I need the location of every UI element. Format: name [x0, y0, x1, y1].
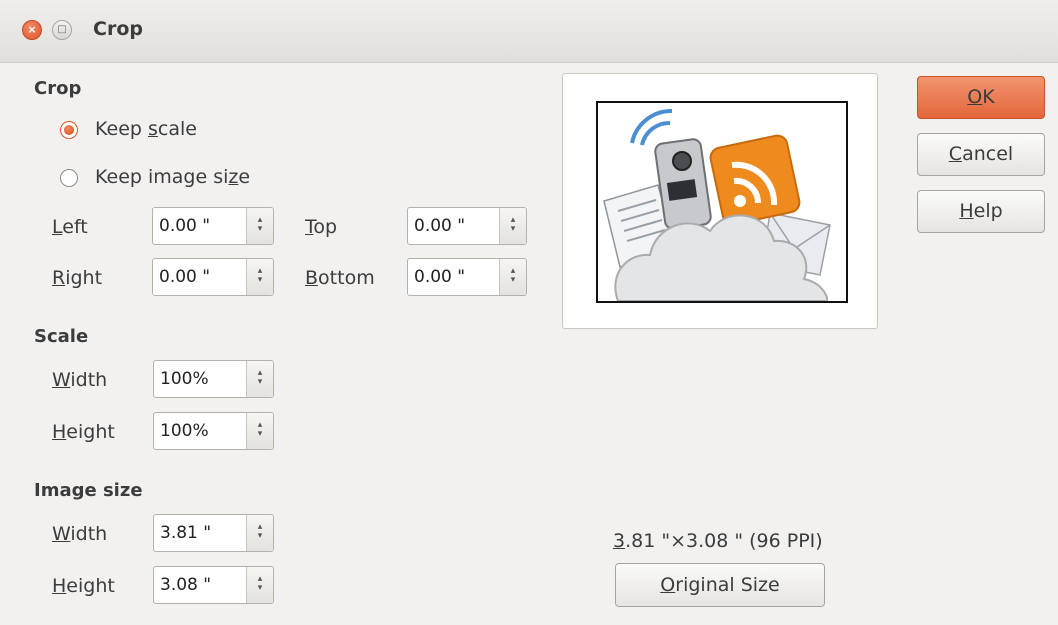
spin-down-icon[interactable]: ▾ [247, 532, 273, 541]
image-size-heading: Image size [34, 480, 143, 501]
spin-down-icon[interactable]: ▾ [500, 225, 526, 234]
right-spin-arrows[interactable]: ▴ ▾ [246, 259, 273, 295]
keep-image-size-radio[interactable] [60, 169, 78, 187]
left-spin-arrows[interactable]: ▴ ▾ [246, 208, 273, 244]
scale-width-label: Width [52, 369, 108, 391]
spin-down-icon[interactable]: ▾ [247, 276, 273, 285]
scale-width-value[interactable]: 100% [154, 361, 246, 397]
right-label: Right [52, 267, 103, 289]
right-value[interactable]: 0.00 " [153, 259, 246, 295]
bottom-value[interactable]: 0.00 " [408, 259, 499, 295]
scale-height-spin-arrows[interactable]: ▴ ▾ [246, 413, 273, 449]
scale-height-label: Height [52, 421, 115, 443]
image-height-value[interactable]: 3.08 " [154, 567, 246, 603]
keep-scale-label: Keep scale [95, 118, 197, 140]
original-size-info: 3.81 "×3.08 " (96 PPI) [613, 530, 823, 552]
original-size-button[interactable]: Original Size [615, 563, 825, 607]
spin-down-icon[interactable]: ▾ [500, 276, 526, 285]
top-spin-arrows[interactable]: ▴ ▾ [499, 208, 526, 244]
bottom-spin-arrows[interactable]: ▴ ▾ [499, 259, 526, 295]
scale-height-spinbox[interactable]: 100% ▴ ▾ [153, 412, 274, 450]
preview-image [596, 101, 848, 303]
left-label: Left [52, 216, 88, 238]
keep-image-size-label: Keep image size [95, 166, 251, 188]
maximize-icon[interactable]: □ [52, 20, 72, 40]
signal-waves-icon [630, 108, 673, 146]
window-title: Crop [93, 18, 143, 40]
spin-down-icon[interactable]: ▾ [247, 584, 273, 593]
image-height-spinbox[interactable]: 3.08 " ▴ ▾ [153, 566, 274, 604]
spin-down-icon[interactable]: ▾ [247, 225, 273, 234]
left-value[interactable]: 0.00 " [153, 208, 246, 244]
crop-heading: Crop [34, 78, 82, 99]
scale-height-value[interactable]: 100% [154, 413, 246, 449]
top-spinbox[interactable]: 0.00 " ▴ ▾ [407, 207, 527, 245]
title-bar: × □ Crop [0, 0, 1058, 63]
help-button[interactable]: Help [917, 190, 1045, 233]
spin-down-icon[interactable]: ▾ [247, 378, 273, 387]
scale-heading: Scale [34, 326, 89, 347]
image-height-spin-arrows[interactable]: ▴ ▾ [246, 567, 273, 603]
keep-scale-radio[interactable] [60, 121, 78, 139]
ok-button[interactable]: OK [917, 76, 1045, 119]
preview-frame [562, 73, 878, 329]
image-width-spinbox[interactable]: 3.81 " ▴ ▾ [153, 514, 274, 552]
left-spinbox[interactable]: 0.00 " ▴ ▾ [152, 207, 274, 245]
scale-width-spinbox[interactable]: 100% ▴ ▾ [153, 360, 274, 398]
scale-width-spin-arrows[interactable]: ▴ ▾ [246, 361, 273, 397]
crop-preview-graphic [603, 108, 831, 301]
bottom-label: Bottom [305, 267, 375, 289]
close-icon[interactable]: × [22, 20, 42, 40]
spin-down-icon[interactable]: ▾ [247, 430, 273, 439]
image-width-spin-arrows[interactable]: ▴ ▾ [246, 515, 273, 551]
cancel-button[interactable]: Cancel [917, 133, 1045, 176]
bottom-spinbox[interactable]: 0.00 " ▴ ▾ [407, 258, 527, 296]
top-label: Top [305, 216, 338, 238]
image-width-value[interactable]: 3.81 " [154, 515, 246, 551]
right-spinbox[interactable]: 0.00 " ▴ ▾ [152, 258, 274, 296]
image-width-label: Width [52, 523, 108, 545]
top-value[interactable]: 0.00 " [408, 208, 499, 244]
rss-feed-icon [709, 134, 801, 226]
image-height-label: Height [52, 575, 115, 597]
